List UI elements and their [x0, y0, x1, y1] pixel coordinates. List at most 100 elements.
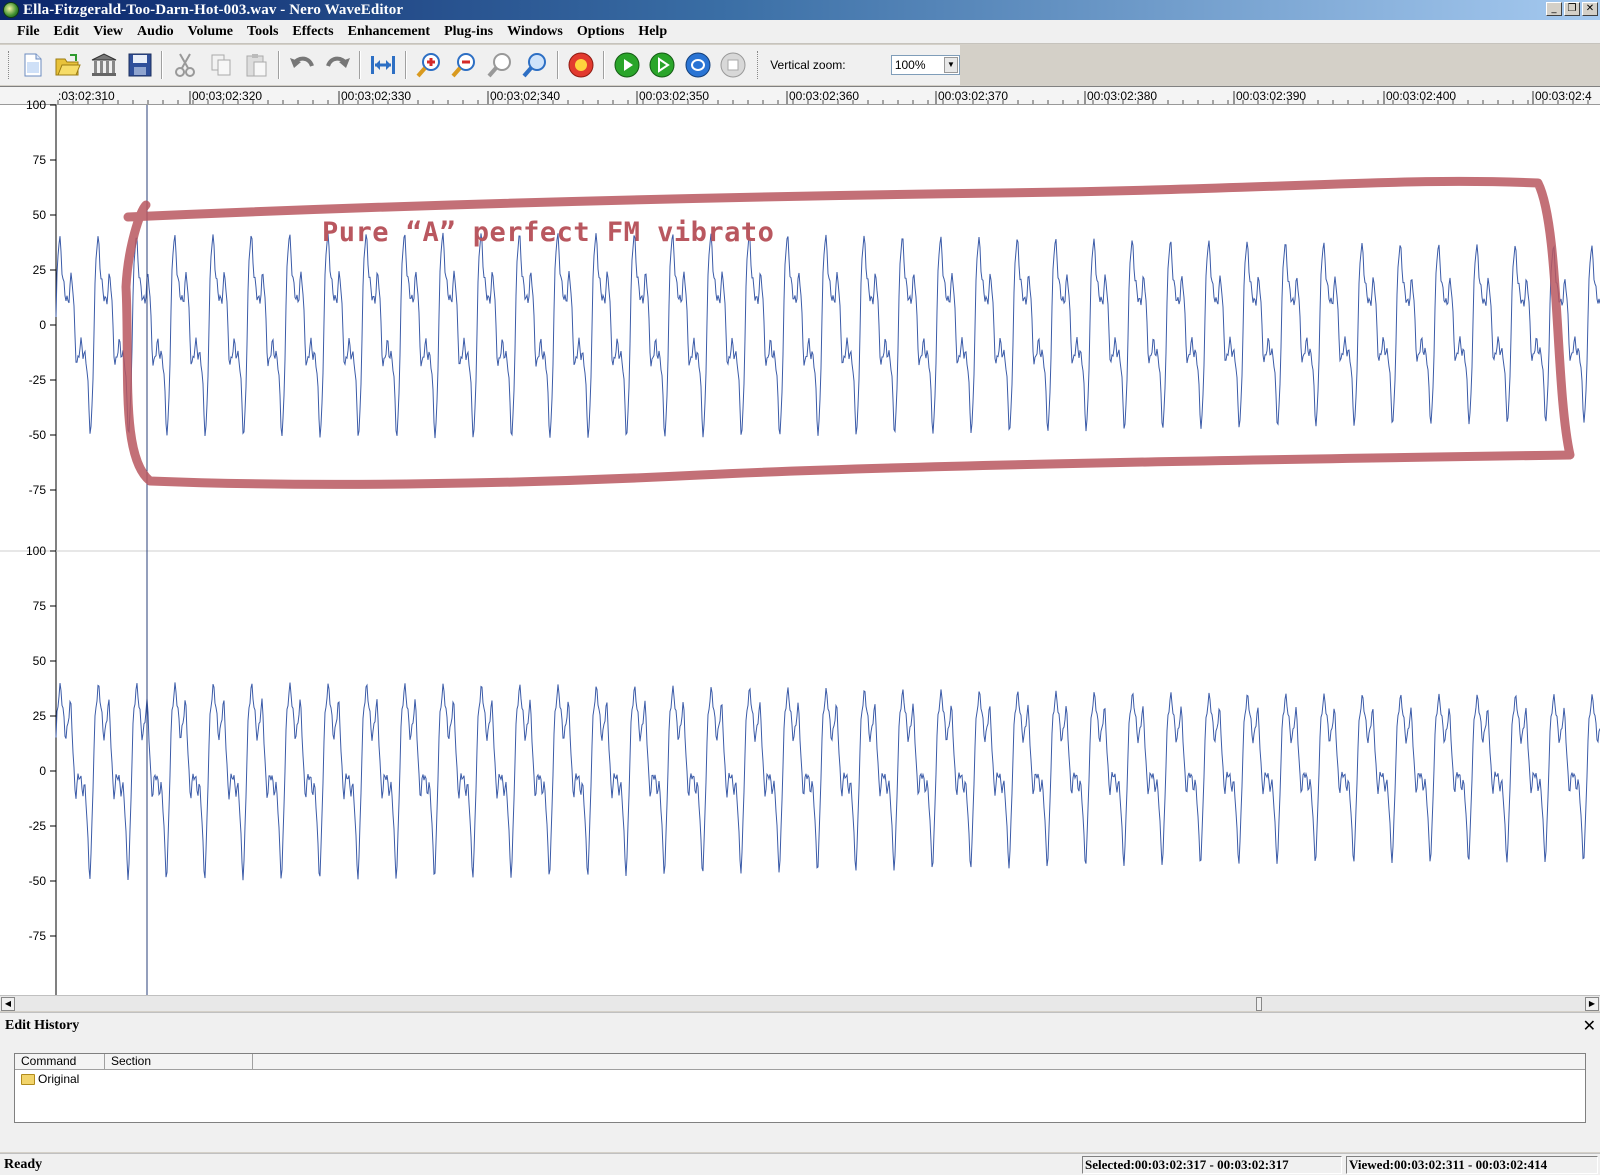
zoom-full-button[interactable] [520, 49, 552, 81]
waveform-canvas[interactable] [0, 87, 1600, 997]
menu-plugins[interactable]: Plug-ins [437, 24, 500, 40]
zoom-out-icon [451, 53, 476, 78]
folder-icon [21, 1073, 35, 1085]
horizontal-scrollbar[interactable]: ◀ ▶ [0, 995, 1600, 1011]
y-tick-label: -50 [28, 428, 46, 442]
cut-icon [175, 53, 196, 77]
open-button[interactable] [53, 49, 85, 81]
vertical-zoom-label: Vertical zoom: [770, 58, 846, 72]
y-tick-label: -75 [28, 929, 46, 943]
play-selection-button[interactable] [646, 49, 678, 81]
save-button[interactable] [124, 49, 156, 81]
menu-options[interactable]: Options [570, 24, 631, 40]
stop-button[interactable] [718, 49, 750, 81]
menu-bar: File Edit View Audio Volume Tools Effect… [0, 20, 1600, 44]
toolbar-separator [359, 51, 362, 79]
restore-button[interactable]: ❐ [1564, 2, 1580, 16]
zoom-out-button[interactable] [449, 49, 481, 81]
undo-button[interactable] [286, 49, 318, 81]
toolbar-separator [161, 51, 164, 79]
edit-history-title: Edit History [5, 1018, 80, 1033]
menu-enhancement[interactable]: Enhancement [341, 24, 437, 40]
app-icon [3, 2, 19, 18]
close-icon[interactable]: ✕ [1583, 1016, 1596, 1036]
zoom-in-icon [416, 53, 440, 78]
zoom-selection-icon [487, 53, 511, 78]
history-row[interactable]: Original [21, 1072, 1585, 1086]
record-icon [568, 52, 594, 78]
menu-audio[interactable]: Audio [130, 24, 181, 40]
redo-button[interactable] [322, 49, 354, 81]
toolbar: Vertical zoom: 100% ▼ [0, 45, 960, 85]
column-command[interactable]: Command [15, 1054, 105, 1069]
scroll-right-arrow[interactable]: ▶ [1585, 997, 1599, 1011]
edit-history-list[interactable]: Command Section Original [14, 1053, 1586, 1123]
play-button[interactable] [611, 49, 643, 81]
fit-width-button[interactable] [367, 49, 399, 81]
column-section[interactable]: Section [105, 1054, 253, 1069]
status-ready: Ready [4, 1157, 43, 1172]
copy-icon [211, 54, 231, 76]
y-tick-label: 50 [32, 654, 46, 668]
toolbar-grip[interactable] [8, 51, 11, 79]
y-tick-label: 75 [32, 599, 46, 613]
library-icon [91, 53, 117, 76]
undo-icon [289, 56, 314, 68]
paste-icon [246, 54, 267, 77]
toolbar-separator [602, 51, 605, 79]
paste-button[interactable] [241, 49, 273, 81]
menu-file[interactable]: File [10, 24, 47, 40]
y-tick-label: 25 [32, 263, 46, 277]
menu-volume[interactable]: Volume [181, 24, 240, 40]
fit-width-icon [371, 56, 396, 74]
vertical-zoom-value: 100% [894, 58, 926, 72]
play-selection-icon [649, 52, 675, 78]
zoom-in-button[interactable] [413, 49, 445, 81]
menu-help[interactable]: Help [631, 24, 674, 40]
library-button[interactable] [88, 49, 120, 81]
y-tick-label: 100 [25, 544, 46, 558]
new-button[interactable] [17, 49, 49, 81]
menu-effects[interactable]: Effects [285, 24, 340, 40]
cut-button[interactable] [169, 49, 201, 81]
waveform-channel-bottom [55, 682, 1600, 881]
save-icon [128, 53, 152, 77]
history-command: Original [38, 1072, 80, 1086]
scroll-thumb[interactable] [1256, 997, 1262, 1011]
waveform-editor[interactable]: :03:02:310 00:03:02:320 00:03:02:330 00:… [0, 86, 1600, 996]
annotation-text: Pure “A” perfect FM vibrato [322, 217, 775, 248]
menu-windows[interactable]: Windows [500, 24, 570, 40]
loop-button[interactable] [682, 49, 714, 81]
vertical-zoom-select[interactable]: 100% ▼ [890, 55, 960, 75]
y-tick-label: -25 [28, 819, 46, 833]
minimize-button[interactable]: _ [1546, 2, 1562, 16]
play-icon [614, 52, 640, 78]
open-icon [55, 54, 82, 76]
record-button[interactable] [565, 49, 597, 81]
scroll-left-arrow[interactable]: ◀ [1, 997, 15, 1011]
copy-button[interactable] [205, 49, 237, 81]
y-tick-label: 0 [39, 318, 46, 332]
y-tick-label: 50 [32, 208, 46, 222]
window-title: Ella-Fitzgerald-Too-Darn-Hot-003.wav - N… [23, 1, 404, 18]
close-button[interactable]: ✕ [1582, 2, 1598, 16]
window-controls: _ ❐ ✕ [1546, 2, 1598, 16]
menu-view[interactable]: View [86, 24, 130, 40]
chevron-down-icon[interactable]: ▼ [944, 57, 958, 73]
y-tick-label: 75 [32, 153, 46, 167]
history-header: Command Section [15, 1054, 1585, 1070]
y-tick-label: -75 [28, 483, 46, 497]
status-selected: Selected:00:03:02:317 - 00:03:02:317 [1082, 1156, 1342, 1174]
y-tick-label: 100 [25, 98, 46, 112]
toolbar-grip[interactable] [757, 51, 760, 79]
ruler-ticks [57, 91, 1589, 104]
y-tick-label: 0 [39, 764, 46, 778]
zoom-selection-button[interactable] [484, 49, 516, 81]
menu-edit[interactable]: Edit [47, 24, 87, 40]
new-icon [24, 53, 42, 77]
zoom-full-icon [522, 53, 547, 78]
status-bar: Ready Selected:00:03:02:317 - 00:03:02:3… [0, 1153, 1600, 1175]
menu-tools[interactable]: Tools [240, 24, 285, 40]
edit-history-panel: Edit History ✕ Command Section Original [0, 1012, 1600, 1152]
toolbar-separator [404, 51, 407, 79]
